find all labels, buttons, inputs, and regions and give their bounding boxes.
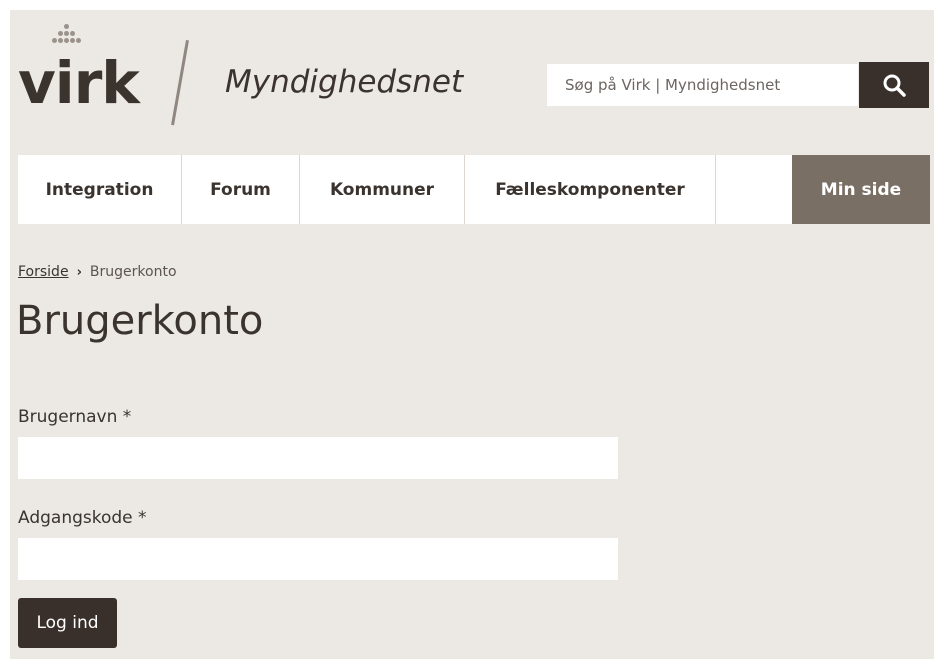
breadcrumb-home-link[interactable]: Forside: [18, 264, 69, 280]
password-field[interactable]: [18, 538, 618, 580]
main-navigation: Integration Forum Kommuner Fælleskompone…: [18, 155, 934, 224]
username-label: Brugernavn *: [18, 407, 132, 427]
username-field[interactable]: [18, 437, 618, 479]
logo-text: virk: [18, 49, 140, 117]
search-icon: [883, 74, 906, 97]
search-input[interactable]: [547, 64, 858, 106]
page-title: Brugerkonto: [16, 298, 264, 344]
search-button[interactable]: [859, 62, 929, 108]
login-button[interactable]: Log ind: [18, 598, 117, 648]
chevron-right-icon: ›: [76, 264, 82, 280]
breadcrumb-current: Brugerkonto: [89, 264, 177, 280]
logo-divider: [171, 40, 189, 126]
nav-item-forum[interactable]: Forum: [182, 155, 300, 224]
nav-item-integration[interactable]: Integration: [18, 155, 182, 224]
virk-logo[interactable]: virk: [18, 24, 208, 126]
page-background: virk Myndighedsnet Integration Forum Kom…: [10, 10, 934, 659]
nav-spacer: [716, 155, 792, 224]
nav-item-min-side[interactable]: Min side: [792, 155, 930, 224]
nav-item-faelleskomponenter[interactable]: Fælleskomponenter: [465, 155, 716, 224]
password-label: Adgangskode *: [18, 508, 147, 528]
logo-dots-icon: [48, 24, 88, 52]
breadcrumb: Forside › Brugerkonto: [18, 264, 177, 280]
site-name: Myndighedsnet: [225, 64, 464, 100]
nav-item-kommuner[interactable]: Kommuner: [300, 155, 465, 224]
